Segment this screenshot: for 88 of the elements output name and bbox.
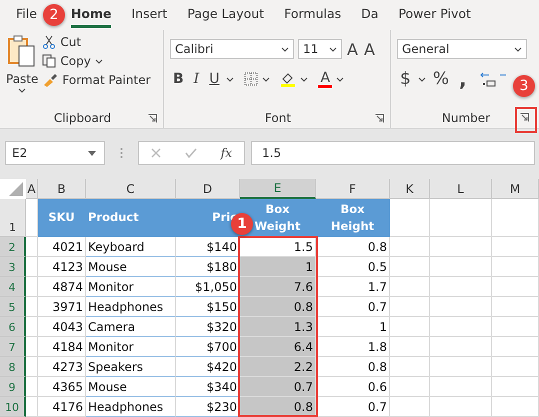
row-header[interactable]: 6 (0, 317, 26, 337)
insert-function-button[interactable]: fx (220, 146, 232, 160)
ribbon-tab[interactable]: Da (361, 2, 378, 28)
font-style-button[interactable]: B (170, 71, 187, 87)
table-cell: $140 (176, 237, 240, 257)
table-cell: 4021 (38, 237, 86, 257)
paste-button[interactable]: Paste (6, 34, 38, 108)
table-cell: Mouse (86, 377, 176, 397)
table-cell: 4365 (38, 377, 86, 397)
row-header[interactable]: 1 (0, 199, 26, 237)
table-cell: 0.7 (240, 377, 316, 397)
table-cell: 2.2 (240, 357, 316, 377)
table-cell: 0.8 (240, 297, 316, 317)
step-badge: 3 (513, 75, 535, 97)
column-header[interactable]: A (26, 179, 38, 199)
table-cell: 6.4 (240, 337, 316, 357)
row-header[interactable]: 2 (0, 237, 26, 257)
table-cell: 0.5 (316, 257, 390, 277)
table-cell: Keyboard (86, 237, 176, 257)
font-color-button[interactable]: A (318, 70, 332, 88)
ribbon-tab[interactable]: Page Layout (187, 2, 264, 28)
decrease-font-button[interactable]: A (362, 40, 376, 58)
header-cell: SKU (38, 199, 86, 237)
table-cell: 0.6 (316, 377, 390, 397)
font-size-field[interactable]: 11 (298, 39, 342, 59)
font-name-field[interactable]: Calibri (170, 39, 294, 59)
table-cell: 1 (316, 317, 390, 337)
column-header[interactable]: B (38, 179, 86, 199)
table-cell: Headphones (86, 397, 176, 417)
number-format-field[interactable]: General (397, 39, 527, 59)
table-cell: 4184 (38, 337, 86, 357)
table-cell: 1.8 (316, 337, 390, 357)
table-cell: 4123 (38, 257, 86, 277)
column-header[interactable]: D (176, 179, 240, 199)
table-cell: 1.7 (316, 277, 390, 297)
row-header[interactable]: 4 (0, 277, 26, 297)
table-cell: Speakers (86, 357, 176, 377)
table-cell: 0.8 (316, 357, 390, 377)
column-header[interactable]: F (316, 179, 390, 199)
number-format-button[interactable]: , (456, 67, 470, 91)
font-style-button[interactable]: I (190, 71, 202, 87)
group-label: Number (442, 111, 490, 125)
table-cell: 0.8 (240, 397, 316, 417)
clipboard-command[interactable]: Format Painter (42, 72, 151, 88)
table-cell: 1 (240, 257, 316, 277)
table-cell: 4043 (38, 317, 86, 337)
table-cell: Camera (86, 317, 176, 337)
table-cell: 4273 (38, 357, 86, 377)
formula-field[interactable]: 1.5 (251, 141, 535, 165)
number-format-button[interactable]: $ (397, 69, 414, 89)
font-style-button[interactable]: U (206, 71, 222, 87)
table-cell: 4874 (38, 277, 86, 297)
group-label: Font (264, 111, 292, 125)
row-header[interactable]: 7 (0, 337, 26, 357)
column-header[interactable]: L (430, 179, 492, 199)
number-format-button[interactable]: % (430, 69, 452, 89)
column-header[interactable]: K (390, 179, 430, 199)
ribbon-tab[interactable]: File (16, 2, 37, 28)
column-header[interactable]: M (492, 179, 539, 199)
table-cell: 7.6 (240, 277, 316, 297)
name-box[interactable]: E2 (5, 141, 105, 165)
table-cell: Monitor (86, 277, 176, 297)
table-cell: 4176 (38, 397, 86, 417)
column-header[interactable]: E (240, 179, 316, 199)
header-cell: Product (86, 199, 176, 237)
ribbon-tab[interactable]: Power Pivot (398, 2, 471, 28)
row-header[interactable]: 5 (0, 297, 26, 317)
table-cell: Mouse (86, 257, 176, 277)
ribbon-tab[interactable]: Insert (131, 2, 168, 28)
clipboard-command[interactable]: Cut (42, 34, 151, 50)
increase-font-button[interactable]: A (346, 40, 359, 58)
table-cell: Monitor (86, 337, 176, 357)
step-badge: 2 (42, 4, 65, 26)
table-cell: 3971 (38, 297, 86, 317)
row-header[interactable]: 8 (0, 357, 26, 377)
row-header[interactable]: 9 (0, 377, 26, 397)
row-header[interactable]: 10 (0, 397, 26, 417)
row-header[interactable]: 3 (0, 257, 26, 277)
table-cell: 1.3 (240, 317, 316, 337)
clipboard-command[interactable]: Copy (42, 53, 151, 69)
table-cell: Headphones (86, 297, 176, 317)
column-header[interactable]: C (86, 179, 176, 199)
ribbon-tab[interactable]: Formulas (284, 2, 342, 28)
group-label: Clipboard (54, 111, 112, 126)
table-cell: 0.7 (316, 297, 390, 317)
table-cell: 0.8 (316, 237, 390, 257)
header-cell: Box Height (316, 199, 390, 237)
table-cell: 0.7 (316, 397, 390, 417)
